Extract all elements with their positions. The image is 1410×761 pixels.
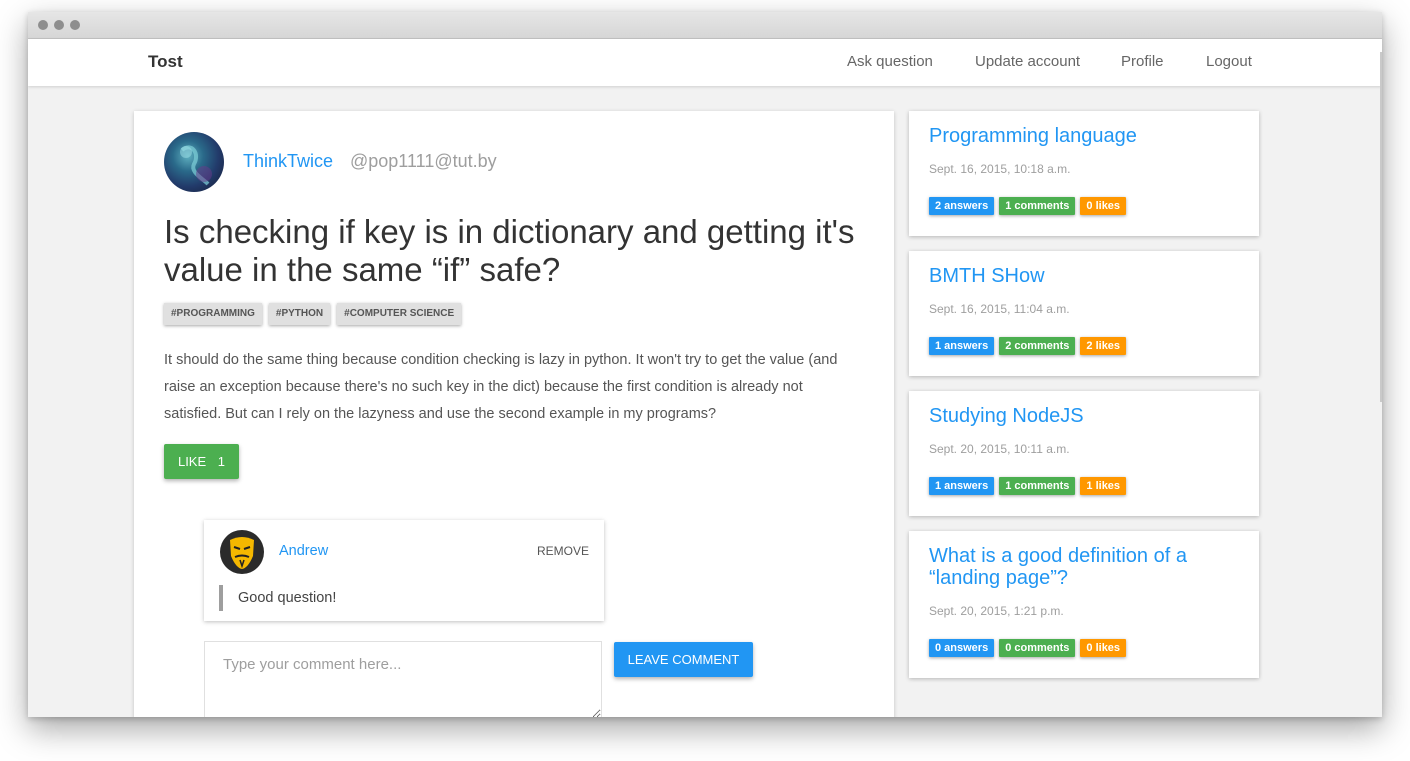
leave-comment-button[interactable]: LEAVE COMMENT: [614, 642, 753, 677]
sidebar-question-title[interactable]: Studying NodeJS: [929, 405, 1229, 427]
sidebar-question-title[interactable]: BMTH SHow: [929, 265, 1229, 287]
comments-badge: 2 comments: [999, 337, 1076, 355]
likes-badge: 2 likes: [1080, 337, 1127, 355]
likes-badge: 1 likes: [1080, 477, 1127, 495]
likes-badge: 0 likes: [1080, 639, 1127, 657]
author-name-link[interactable]: ThinkTwice: [243, 151, 333, 172]
answers-badge: 2 answers: [929, 197, 995, 215]
sidebar-question-badges: 2 answers 1 comments 0 likes: [929, 197, 1127, 215]
author-avatar[interactable]: [164, 132, 224, 192]
remove-comment-button[interactable]: REMOVE: [537, 544, 589, 558]
comments-badge: 0 comments: [999, 639, 1076, 657]
nav-logout[interactable]: Logout: [1206, 53, 1252, 70]
brand-logo[interactable]: Tost: [148, 52, 183, 72]
sidebar-question-badges: 1 answers 2 comments 2 likes: [929, 337, 1127, 355]
comment-text: Good question!: [219, 585, 336, 611]
mask-icon: [230, 537, 254, 569]
comment-author-avatar[interactable]: [220, 530, 264, 574]
answers-badge: 0 answers: [929, 639, 995, 657]
tag-programming[interactable]: #programming: [164, 303, 262, 325]
like-count: 1: [217, 454, 226, 469]
comments-badge: 1 comments: [999, 197, 1076, 215]
sidebar-question-date: Sept. 16, 2015, 11:04 a.m.: [929, 302, 1070, 316]
like-button[interactable]: LIKE 1: [164, 444, 239, 479]
question-title: Is checking if key is in dictionary and …: [164, 213, 855, 288]
sidebar-question-card: BMTH SHow Sept. 16, 2015, 11:04 a.m. 1 a…: [909, 251, 1259, 376]
sidebar-question-card: What is a good definition of a “landing …: [909, 531, 1259, 678]
nav-update-account[interactable]: Update account: [975, 53, 1080, 70]
sidebar-question-badges: 0 answers 0 comments 0 likes: [929, 639, 1127, 657]
nav-ask-question[interactable]: Ask question: [847, 53, 933, 70]
like-label: LIKE: [177, 454, 207, 469]
likes-badge: 0 likes: [1080, 197, 1127, 215]
window-close-dot[interactable]: [38, 20, 48, 30]
tag-computer-science[interactable]: #computer science: [337, 303, 462, 325]
sidebar-question-date: Sept. 20, 2015, 10:11 a.m.: [929, 442, 1070, 456]
sidebar-question-badges: 1 answers 1 comments 1 likes: [929, 477, 1127, 495]
sidebar-question-title[interactable]: What is a good definition of a “landing …: [929, 545, 1229, 589]
sidebar-question-card: Studying NodeJS Sept. 20, 2015, 10:11 a.…: [909, 391, 1259, 516]
sidebar-question-date: Sept. 16, 2015, 10:18 a.m.: [929, 162, 1071, 176]
comment-author-link[interactable]: Andrew: [279, 543, 328, 559]
nav-profile[interactable]: Profile: [1121, 53, 1164, 70]
browser-window: Tost Ask question Update account Profile…: [28, 12, 1382, 717]
comment-item: Andrew REMOVE Good question!: [204, 520, 604, 621]
comments-badge: 1 comments: [999, 477, 1076, 495]
comment-input[interactable]: [204, 641, 602, 717]
question-body: It should do the same thing because cond…: [164, 352, 838, 422]
answers-badge: 1 answers: [929, 477, 995, 495]
window-minimize-dot[interactable]: [54, 20, 64, 30]
question-card: ThinkTwice @pop1111@tut.by Is checking i…: [134, 111, 894, 717]
window-titlebar: [28, 12, 1382, 39]
sidebar-question-title[interactable]: Programming language: [929, 125, 1229, 147]
answers-badge: 1 answers: [929, 337, 995, 355]
page-scrollbar[interactable]: [1380, 52, 1382, 402]
sidebar-question-card: Programming language Sept. 16, 2015, 10:…: [909, 111, 1259, 236]
author-email: @pop1111@tut.by: [350, 151, 497, 171]
tag-python[interactable]: #python: [268, 303, 331, 325]
top-navbar: Tost Ask question Update account Profile…: [28, 39, 1382, 86]
window-maximize-dot[interactable]: [70, 20, 80, 30]
tag-list: #programming #python #computer science: [164, 303, 462, 325]
nebula-avatar-image: [180, 145, 212, 186]
sidebar-question-date: Sept. 20, 2015, 1:21 p.m.: [929, 604, 1064, 618]
